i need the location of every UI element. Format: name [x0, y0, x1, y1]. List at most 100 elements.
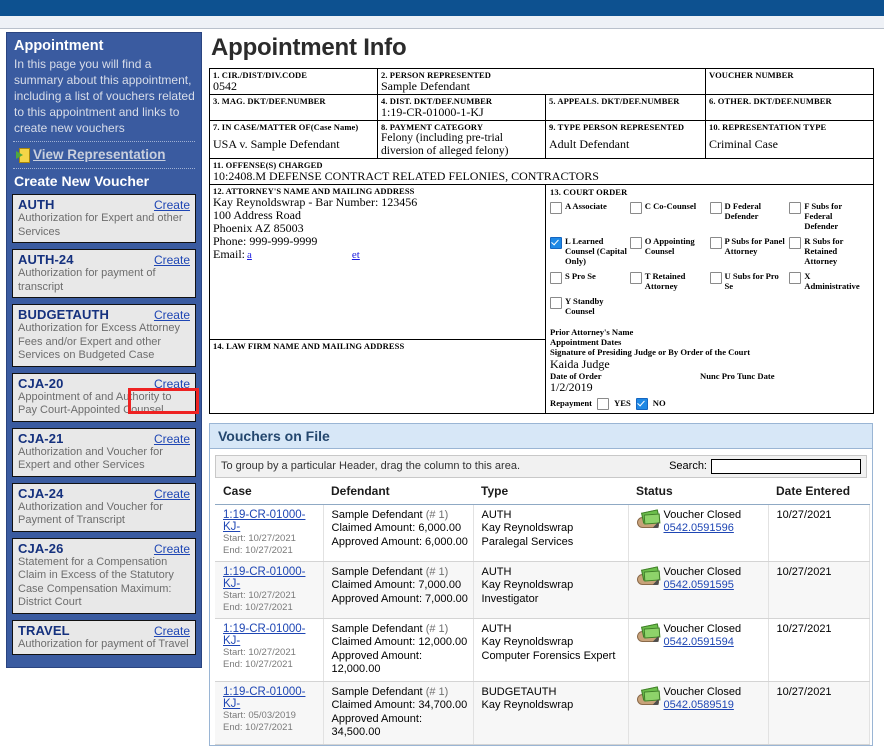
- voucher-type: AUTH: [481, 622, 512, 635]
- field-type-person-represented: 9. TYPE PERSON REPRESENTED Adult Defenda…: [545, 120, 706, 159]
- status-text: Voucher Closed: [663, 622, 742, 635]
- court-order-option-y[interactable]: Y Standby Counsel: [550, 296, 630, 316]
- court-order-option-o[interactable]: O Appointing Counsel: [629, 236, 710, 266]
- date-of-order-value: 1/2/2019: [550, 379, 593, 394]
- cell-case: 1:19-CR-01000-KJ- Start: 05/03/2019 End:…: [215, 681, 324, 745]
- checkbox-o-appointing-counsel[interactable]: [629, 237, 642, 249]
- court-order-option-d[interactable]: D Federal Defender: [709, 201, 790, 231]
- voucher-type: AUTH: [481, 565, 512, 578]
- case-link[interactable]: 1:19-CR-01000-KJ-: [223, 623, 319, 647]
- create-link-cja-21[interactable]: Create: [154, 432, 190, 446]
- voucher-type: AUTH: [481, 508, 512, 521]
- page-body: Appointment In this page you will find a…: [0, 29, 884, 746]
- repayment-no-label: NO: [652, 398, 666, 409]
- voucher-number-link[interactable]: 0542.0589519: [664, 699, 734, 711]
- email-link-1[interactable]: a: [247, 249, 252, 262]
- checkbox-s-pro-se[interactable]: [550, 272, 562, 284]
- checkbox-f-subs-federal-defender[interactable]: [789, 202, 802, 214]
- voucher-type-cja-20[interactable]: CJA-20 Create Appointment of and Authori…: [12, 372, 196, 422]
- appointment-info-form: 1. CIR./DIST/DIV.CODE 0542 2. PERSON REP…: [209, 68, 874, 414]
- voucher-description: Authorization and Voucher for Payment of…: [18, 500, 163, 527]
- money-hand-icon: [636, 623, 660, 642]
- checkbox-x-administrative[interactable]: [789, 272, 802, 284]
- column-header-status[interactable]: Status: [628, 477, 768, 505]
- create-link-travel[interactable]: Create: [154, 624, 190, 638]
- voucher-code: TRAVEL: [18, 622, 70, 638]
- court-order-option-u[interactable]: U Subs for Pro Se: [709, 271, 790, 291]
- approved-amount: Approved Amount: 6,000.00: [331, 535, 468, 548]
- checkbox-repayment-yes[interactable]: [597, 397, 610, 410]
- cell-type: BUDGETAUTH Kay Reynoldswrap: [473, 681, 629, 745]
- view-representation-link[interactable]: View Representation: [12, 145, 196, 165]
- checkbox-u-subs-pro-se[interactable]: [709, 272, 722, 284]
- court-order-option-a[interactable]: A Associate: [550, 201, 630, 231]
- cell-defendant: Sample Defendant (# 1) Claimed Amount: 1…: [323, 618, 474, 682]
- column-header-date-entered[interactable]: Date Entered: [768, 477, 869, 505]
- voucher-number-link[interactable]: 0542.0591596: [664, 522, 734, 534]
- case-link[interactable]: 1:19-CR-01000-KJ-: [223, 509, 319, 533]
- court-order-option-l[interactable]: L Learned Counsel (Capital Only): [550, 236, 630, 266]
- table-row: 1:19-CR-01000-KJ- Start: 05/03/2019 End:…: [215, 681, 870, 745]
- create-link-auth-24[interactable]: Create: [154, 253, 190, 267]
- voucher-description: Statement for a Compensation Claim in Ex…: [18, 555, 174, 609]
- case-link[interactable]: 1:19-CR-01000-KJ-: [223, 566, 319, 590]
- checkbox-d-federal-defender[interactable]: [709, 202, 722, 214]
- court-order-option-f[interactable]: F Subs for Federal Defender: [789, 201, 869, 231]
- form-row-attorney-courtorder: 12. ATTORNEY'S NAME AND MAILING ADDRESS …: [209, 183, 874, 414]
- voucher-number-link[interactable]: 0542.0591595: [664, 579, 734, 591]
- column-header-type[interactable]: Type: [473, 477, 628, 505]
- court-order-option-t[interactable]: T Retained Attorney: [629, 271, 710, 291]
- voucher-type-cja-21[interactable]: CJA-21 Create Authorization and Voucher …: [12, 427, 196, 477]
- appointment-dates-label: Appointment Dates: [550, 337, 622, 348]
- checkbox-repayment-no[interactable]: [635, 397, 648, 410]
- voucher-type-auth[interactable]: AUTH Create Authorization for Expert and…: [12, 194, 196, 243]
- cell-case: 1:19-CR-01000-KJ- Start: 10/27/2021 End:…: [215, 561, 324, 619]
- column-header-defendant[interactable]: Defendant: [323, 477, 473, 505]
- cell-date-entered: 10/27/2021: [768, 618, 870, 682]
- view-representation-label[interactable]: View Representation: [33, 147, 166, 162]
- checkbox-p-subs-panel-attorney[interactable]: [709, 237, 722, 249]
- status-text: Voucher Closed: [663, 508, 742, 521]
- checkbox-t-retained-attorney[interactable]: [629, 272, 642, 284]
- court-order-option-x[interactable]: X Administrative: [789, 271, 869, 291]
- attorney-name: Kay Reynoldswrap: [481, 522, 574, 535]
- court-order-option-s[interactable]: S Pro Se: [550, 271, 630, 291]
- email-link-2[interactable]: et: [352, 249, 360, 262]
- cell-type: AUTH Kay Reynoldswrap Investigator: [473, 561, 629, 619]
- voucher-type-budgetauth[interactable]: BUDGETAUTH Create Authorization for Exce…: [12, 304, 196, 367]
- create-link-budgetauth[interactable]: Create: [154, 308, 190, 322]
- voucher-type-auth-24[interactable]: AUTH-24 Create Authorization for payment…: [12, 249, 196, 298]
- voucher-type-cja-26[interactable]: CJA-26 Create Statement for a Compensati…: [12, 537, 196, 614]
- create-link-cja-20[interactable]: Create: [154, 377, 190, 391]
- court-order-option-p[interactable]: P Subs for Panel Attorney: [709, 236, 790, 266]
- field-law-firm-address: 14. LAW FIRM NAME AND MAILING ADDRESS: [209, 339, 546, 414]
- create-link-cja-24[interactable]: Create: [154, 487, 190, 501]
- case-link[interactable]: 1:19-CR-01000-KJ-: [223, 686, 319, 710]
- checkbox-c-co-counsel[interactable]: [629, 202, 642, 214]
- checkbox-a-associate[interactable]: [550, 202, 562, 214]
- cell-case: 1:19-CR-01000-KJ- Start: 10/27/2021 End:…: [215, 618, 324, 682]
- checkbox-r-subs-retained-attorney[interactable]: [789, 237, 802, 249]
- field-appeals-dkt-number: 5. APPEALS. DKT/DEF.NUMBER: [545, 94, 706, 121]
- field-voucher-number: VOUCHER NUMBER: [705, 68, 874, 95]
- checkbox-y-standby-counsel[interactable]: [550, 297, 562, 309]
- checkbox-l-learned-counsel[interactable]: [550, 237, 562, 249]
- table-header-row: Case Defendant Type Status Date Entered: [215, 477, 869, 505]
- create-link-auth[interactable]: Create: [154, 198, 190, 212]
- voucher-code: CJA-24: [18, 485, 64, 501]
- voucher-number-link[interactable]: 0542.0591594: [664, 636, 734, 648]
- court-order-option-c[interactable]: C Co-Counsel: [629, 201, 710, 231]
- voucher-code: CJA-21: [18, 430, 64, 446]
- search-input[interactable]: [711, 458, 861, 474]
- voucher-description: Authorization and Voucher for Expert and…: [18, 445, 163, 472]
- table-row: 1:19-CR-01000-KJ- Start: 10/27/2021 End:…: [215, 504, 870, 562]
- create-link-cja-26[interactable]: Create: [154, 542, 190, 556]
- column-header-case[interactable]: Case: [215, 477, 323, 505]
- attorney-name: Kay Reynoldswrap: [481, 699, 574, 712]
- court-order-option-r[interactable]: R Subs for Retained Attorney: [789, 236, 869, 266]
- defendant-number: (# 1): [425, 685, 449, 698]
- status-text: Voucher Closed: [663, 565, 742, 578]
- group-by-hint: To group by a particular Header, drag th…: [221, 460, 521, 473]
- voucher-type-cja-24[interactable]: CJA-24 Create Authorization and Voucher …: [12, 482, 196, 532]
- voucher-type-travel[interactable]: TRAVEL Create Authorization for payment …: [12, 619, 196, 655]
